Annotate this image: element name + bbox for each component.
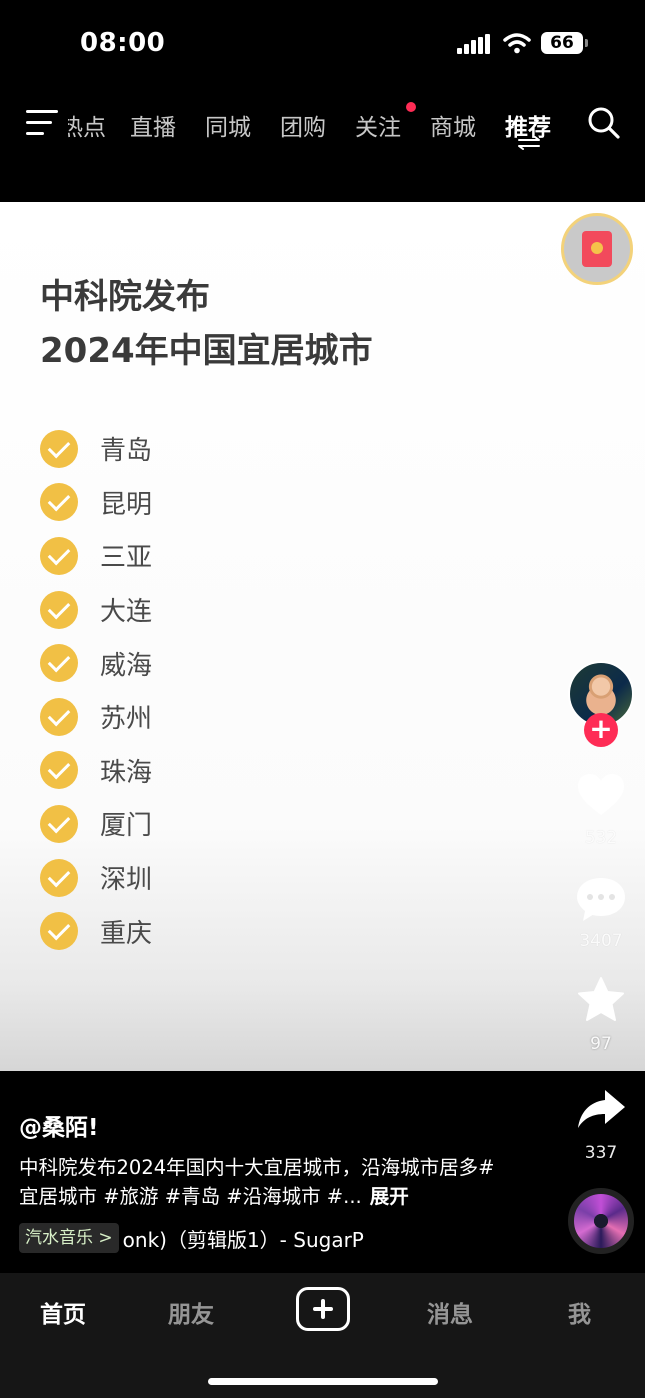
description-text: 中科院发布2024年国内十大宜居城市，沿海城市居多#宜居城市 #旅游 #青岛 #… (19, 1156, 495, 1208)
city-name: 大连 (100, 597, 153, 628)
battery-cap (585, 39, 588, 47)
battery-icon: 66 (541, 32, 583, 54)
post-content-card[interactable]: 中科院发布 2024年中国宜居城市 青岛 昆明 三亚 大连 威海 苏州 珠海 厦… (0, 202, 645, 1071)
wifi-icon (503, 33, 531, 54)
check-icon (40, 804, 78, 843)
check-icon (40, 483, 78, 522)
city-name: 厦门 (100, 811, 153, 842)
list-item: 青岛 (40, 422, 152, 476)
post-title-line1: 中科院发布 (40, 277, 210, 317)
list-item: 大连 (40, 583, 152, 637)
post-title: 中科院发布 2024年中国宜居城市 (40, 270, 373, 378)
check-icon (40, 429, 78, 468)
following-notification-dot (406, 102, 416, 112)
create-post-button[interactable] (296, 1287, 350, 1331)
home-indicator[interactable] (208, 1378, 438, 1385)
status-bar: 08:00 66 (0, 0, 645, 88)
tab-hot[interactable]: 热点 (68, 108, 106, 142)
tab-group-buy[interactable]: 团购 (280, 108, 326, 142)
check-icon (40, 751, 78, 790)
search-icon[interactable] (587, 106, 621, 140)
list-item: 三亚 (40, 529, 152, 583)
list-item: 深圳 (40, 851, 152, 905)
music-title: onk)（剪辑版1）- SugarP (122, 1227, 364, 1252)
bottom-tab-friends[interactable]: 朋友 (168, 1295, 214, 1329)
bottom-tab-home[interactable]: 首页 (40, 1295, 86, 1329)
bottom-tab-me[interactable]: 我 (568, 1295, 591, 1329)
heart-icon[interactable] (575, 771, 627, 819)
music-disc-icon[interactable] (568, 1188, 634, 1254)
list-item: 珠海 (40, 744, 152, 798)
follow-button[interactable]: + (584, 713, 618, 747)
star-icon[interactable] (575, 976, 627, 1024)
city-name: 三亚 (100, 543, 153, 574)
like-count: 532 (584, 828, 618, 848)
list-item: 苏州 (40, 690, 152, 744)
city-name: 深圳 (100, 865, 153, 896)
top-nav: 热点 直播 同城 团购 关注 商城 推荐 (0, 96, 645, 156)
comment-icon[interactable] (575, 875, 627, 923)
post-description[interactable]: 中科院发布2024年国内十大宜居城市，沿海城市居多#宜居城市 #旅游 #青岛 #… (19, 1153, 509, 1211)
expand-link[interactable]: 展开 (370, 1185, 409, 1208)
red-packet-button[interactable] (561, 213, 633, 285)
tab-local[interactable]: 同城 (205, 108, 251, 142)
list-item: 重庆 (40, 904, 152, 958)
city-name: 重庆 (100, 918, 153, 949)
swap-icon (518, 136, 540, 150)
city-name: 苏州 (100, 704, 153, 735)
music-app-badge[interactable]: 汽水音乐 > (19, 1223, 119, 1253)
city-name: 珠海 (100, 757, 153, 788)
bottom-tab-messages[interactable]: 消息 (427, 1295, 473, 1329)
check-icon (40, 644, 78, 683)
city-name: 青岛 (100, 436, 153, 467)
signal-icon (457, 34, 491, 54)
author-username[interactable]: @桑陌! (19, 1108, 99, 1142)
list-item: 威海 (40, 636, 152, 690)
tab-following[interactable]: 关注 (355, 108, 401, 142)
check-icon (40, 697, 78, 736)
city-name: 威海 (100, 650, 153, 681)
music-row[interactable]: 汽水音乐 > onk)（剪辑版1）- SugarP (19, 1223, 379, 1255)
envelope-seal-icon (591, 242, 603, 254)
status-time: 08:00 (80, 28, 166, 58)
list-item: 厦门 (40, 797, 152, 851)
menu-icon[interactable] (26, 110, 58, 136)
check-icon (40, 536, 78, 575)
share-icon[interactable] (575, 1086, 627, 1134)
check-icon (40, 912, 78, 951)
share-count: 337 (584, 1143, 618, 1163)
city-list: 青岛 昆明 三亚 大连 威海 苏州 珠海 厦门 深圳 重庆 (40, 422, 152, 958)
comment-count: 3407 (579, 931, 623, 951)
list-item: 昆明 (40, 476, 152, 530)
favorite-count: 97 (590, 1034, 612, 1054)
check-icon (40, 858, 78, 897)
tab-live[interactable]: 直播 (130, 108, 176, 142)
post-title-line2: 2024年中国宜居城市 (40, 331, 373, 371)
tab-mall[interactable]: 商城 (430, 108, 476, 142)
check-icon (40, 590, 78, 629)
city-name: 昆明 (100, 489, 153, 520)
